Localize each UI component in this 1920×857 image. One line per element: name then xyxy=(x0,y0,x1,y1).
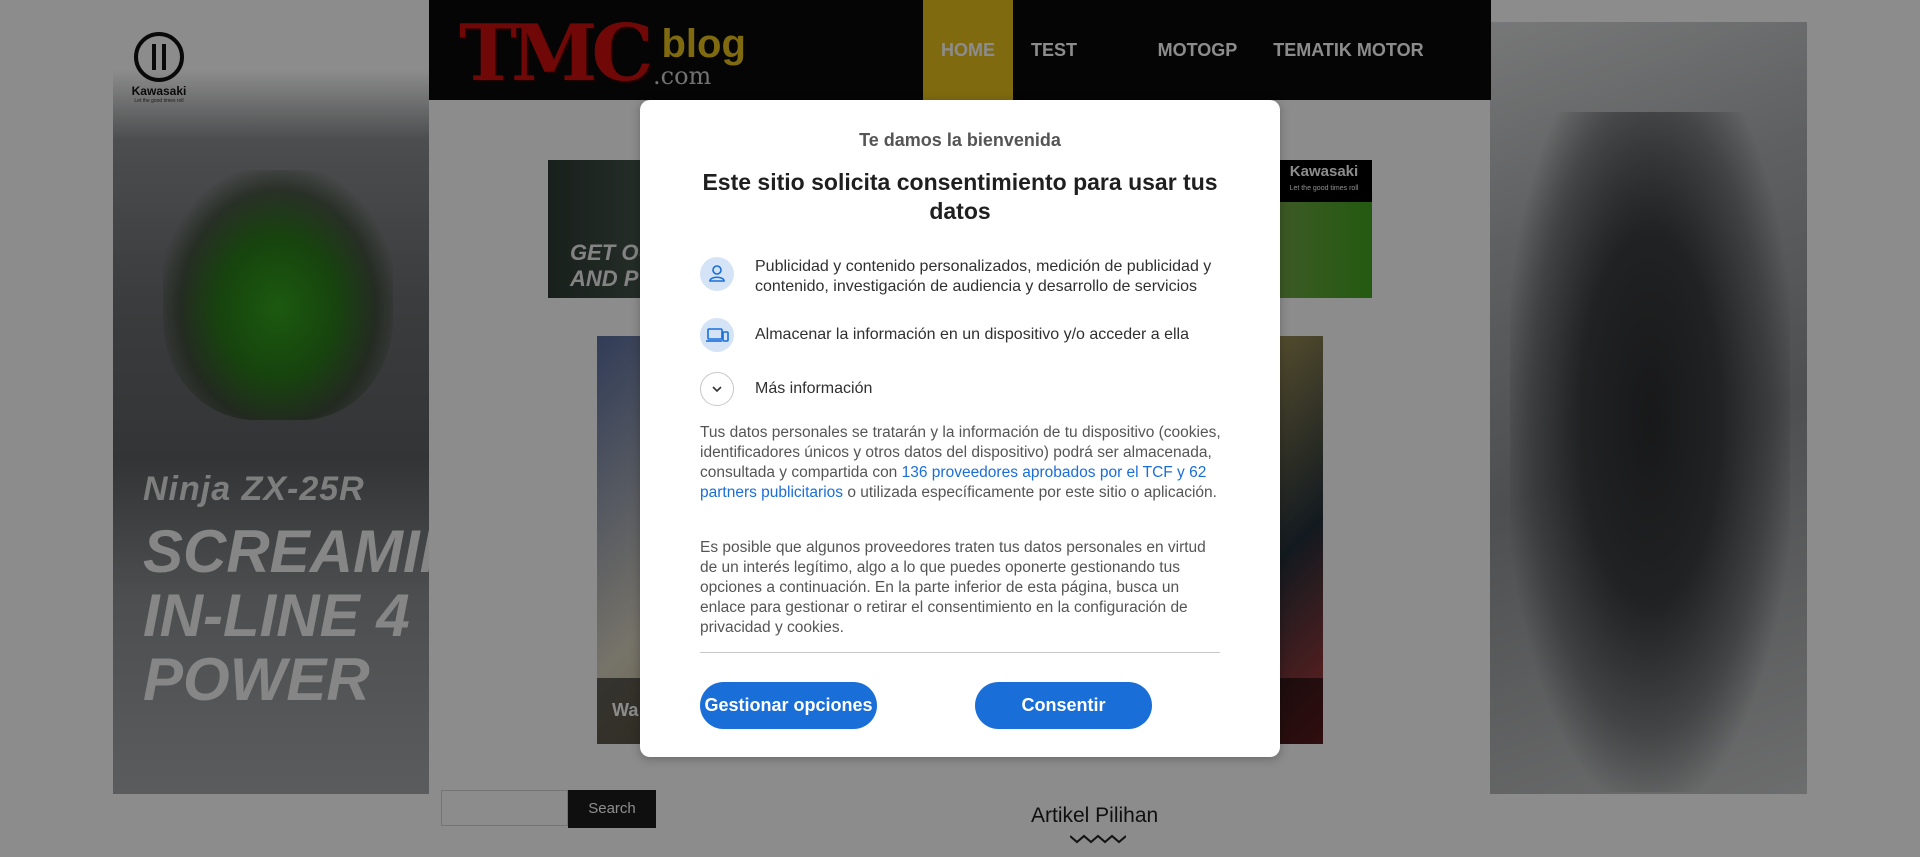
data-processing-paragraph: Tus datos personales se tratarán y la in… xyxy=(700,423,1222,503)
more-info-label[interactable]: Más información xyxy=(755,379,1235,399)
person-icon xyxy=(700,257,734,291)
manage-options-button[interactable]: Gestionar opciones xyxy=(700,682,877,729)
legitimate-interest-paragraph: Es posible que algunos proveedores trate… xyxy=(700,539,1206,636)
purpose-text: Publicidad y contenido personalizados, m… xyxy=(755,258,1212,295)
devices-icon xyxy=(700,318,734,352)
purpose-text: Almacenar la información en un dispositi… xyxy=(755,326,1190,343)
consent-dialog: Te damos la bienvenida Este sitio solici… xyxy=(640,100,1280,757)
chevron-down-icon[interactable] xyxy=(700,372,734,406)
dialog-welcome: Te damos la bienvenida xyxy=(859,130,1061,150)
dialog-divider xyxy=(700,652,1220,653)
consent-button[interactable]: Consentir xyxy=(975,682,1152,729)
paragraph-text: o utilizada específicamente por este sit… xyxy=(843,484,1217,501)
dialog-title: Este sitio solicita consentimiento para … xyxy=(702,169,1218,224)
